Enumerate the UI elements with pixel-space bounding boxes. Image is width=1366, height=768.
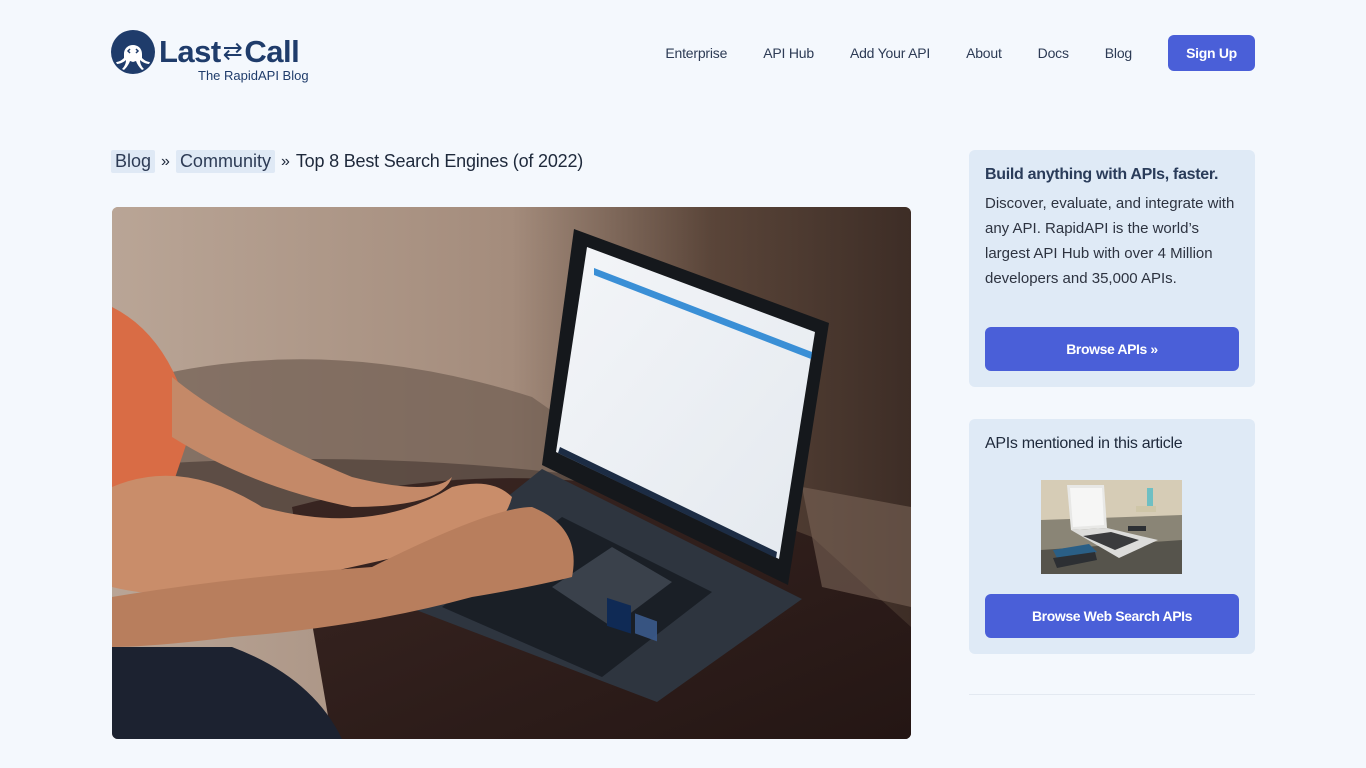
browse-web-search-apis-button[interactable]: Browse Web Search APIs (985, 594, 1239, 638)
breadcrumb: Blog » Community » Top 8 Best Search Eng… (111, 150, 583, 173)
nav-add-your-api[interactable]: Add Your API (850, 45, 930, 61)
sign-up-button[interactable]: Sign Up (1168, 35, 1255, 71)
browse-apis-button[interactable]: Browse APIs » (985, 327, 1239, 371)
nav-api-hub[interactable]: API Hub (763, 45, 814, 61)
sidebar-divider (969, 694, 1255, 695)
octopus-logo-icon (111, 30, 155, 74)
breadcrumb-current-page: Top 8 Best Search Engines (of 2022) (295, 151, 584, 171)
promo-title: Build anything with APIs, faster. (985, 166, 1219, 183)
mentioned-apis-title: APIs mentioned in this article (985, 435, 1183, 452)
main-nav: Enterprise API Hub Add Your API About Do… (665, 35, 1255, 71)
nav-docs[interactable]: Docs (1038, 45, 1069, 61)
web-search-thumbnail[interactable] (1041, 480, 1182, 574)
breadcrumb-separator: » (280, 152, 290, 170)
arrows-icon: ⇄ (222, 38, 243, 65)
breadcrumb-blog[interactable]: Blog (111, 150, 156, 173)
nav-enterprise[interactable]: Enterprise (665, 45, 727, 61)
nav-blog[interactable]: Blog (1105, 45, 1132, 61)
site-header: Last⇄Call The RapidAPI Blog Enterprise A… (0, 0, 1366, 100)
logo-link[interactable]: Last⇄Call The RapidAPI Blog (111, 30, 321, 86)
logo-subtitle: The RapidAPI Blog (198, 68, 309, 83)
mentioned-apis-card: APIs mentioned in this article Browse We… (969, 419, 1255, 654)
hero-image (112, 207, 911, 739)
breadcrumb-community[interactable]: Community (175, 150, 275, 173)
nav-about[interactable]: About (966, 45, 1002, 61)
breadcrumb-separator: » (161, 152, 170, 170)
promo-card: Build anything with APIs, faster. Discov… (969, 150, 1255, 387)
logo-wordmark: Last⇄Call (159, 34, 300, 69)
promo-text: Discover, evaluate, and integrate with a… (985, 195, 1235, 287)
